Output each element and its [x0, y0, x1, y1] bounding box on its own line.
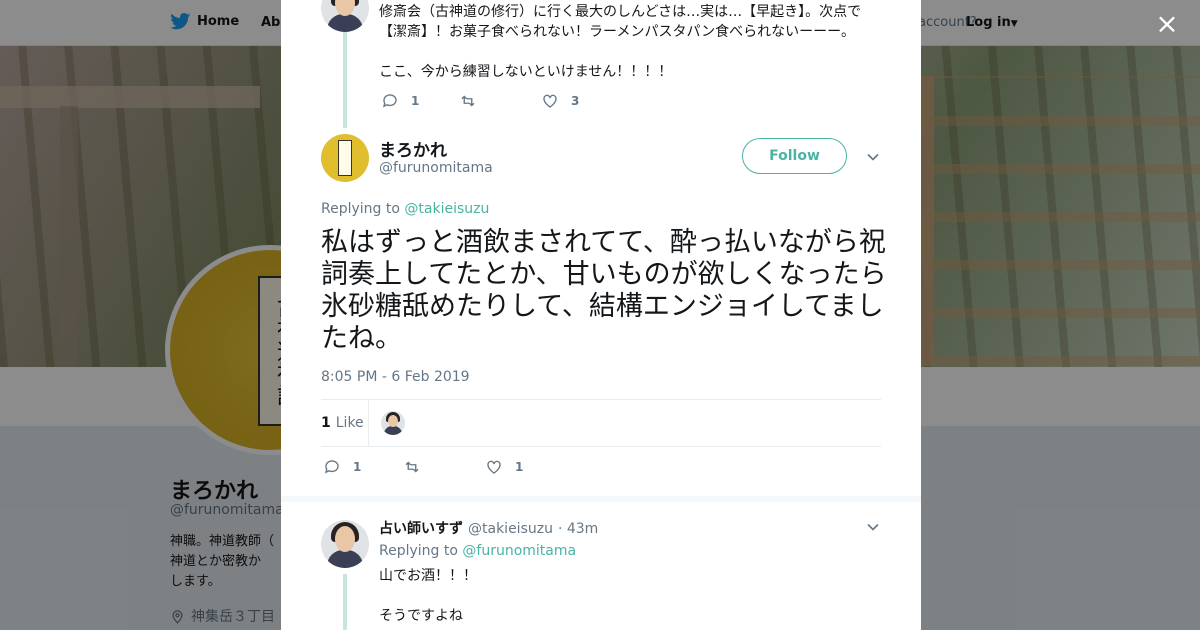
- heart-icon: [487, 460, 501, 474]
- reply-tweet-text: 山でお酒！！！ そうですよね: [379, 568, 477, 624]
- retweet-icon: [461, 95, 475, 107]
- replying-mention-link[interactable]: @takieisuzu: [404, 201, 489, 217]
- replying-mention-link[interactable]: @furunomitama: [462, 543, 576, 559]
- main-author-handle[interactable]: @furunomitama: [379, 160, 493, 176]
- retweet-button[interactable]: [403, 458, 485, 476]
- like-button[interactable]: 3: [541, 92, 579, 110]
- retweet-button[interactable]: [459, 92, 541, 110]
- likes-count: 1: [321, 415, 331, 431]
- reply-author[interactable]: 占い師いすず @takieisuzu · 43m: [379, 518, 598, 538]
- main-tweet-timestamp[interactable]: 8:05 PM - 6 Feb 2019: [321, 369, 470, 385]
- chevron-down-icon[interactable]: [866, 520, 880, 534]
- retweet-icon: [405, 461, 419, 473]
- main-author-name[interactable]: まろかれ: [379, 136, 447, 161]
- liker-avatar[interactable]: [381, 411, 405, 435]
- main-author-avatar[interactable]: [321, 134, 369, 182]
- follow-button[interactable]: Follow: [742, 138, 847, 174]
- reply-author-avatar[interactable]: [321, 520, 369, 568]
- main-tweet-text: 私はずっと酒飲まされてて、酔っ払いながら祝詞奏上してたとか、甘いものが欲しくなっ…: [321, 227, 887, 354]
- reply-button[interactable]: 1: [381, 92, 459, 110]
- like-count: 1: [515, 460, 524, 474]
- prev-author-avatar[interactable]: [321, 0, 369, 32]
- likes-label: Like: [335, 415, 364, 431]
- reply-count: 1: [353, 460, 362, 474]
- reply-author-name: 占い師いすず: [379, 521, 463, 537]
- like-button[interactable]: 1: [485, 458, 523, 476]
- reply-button[interactable]: 1: [323, 458, 403, 476]
- heart-icon: [543, 94, 557, 108]
- like-count: 3: [571, 94, 580, 108]
- prev-tweet-text: 修斎会（古神道の修行）に行く最大のしんどさは…実は…【早起き】。次点で 【潔斎】…: [379, 4, 862, 80]
- thread-line: [343, 30, 347, 128]
- divider: [368, 400, 369, 446]
- reply-icon: [382, 94, 397, 108]
- main-tweet-actions: 1 1: [323, 458, 523, 476]
- reply-time[interactable]: · 43m: [558, 521, 598, 537]
- chevron-down-icon[interactable]: [866, 150, 880, 164]
- section-separator: [281, 496, 921, 502]
- reply-replying-to: Replying to @furunomitama: [379, 543, 576, 559]
- replying-prefix: Replying to: [321, 201, 400, 217]
- reply-icon: [324, 460, 339, 474]
- close-icon[interactable]: ×: [1154, 10, 1180, 38]
- likes-stat[interactable]: 1 Like: [321, 400, 364, 446]
- reply-count: 1: [411, 94, 420, 108]
- replying-prefix: Replying to: [379, 543, 458, 559]
- divider: [321, 399, 881, 400]
- tweet-modal: 修斎会（古神道の修行）に行く最大のしんどさは…実は…【早起き】。次点で 【潔斎】…: [281, 0, 921, 630]
- divider: [321, 446, 881, 447]
- thread-line: [343, 574, 347, 630]
- reply-author-handle: @takieisuzu: [468, 521, 553, 537]
- prev-tweet-actions: 1 3: [381, 92, 579, 110]
- replying-to: Replying to @takieisuzu: [321, 201, 489, 217]
